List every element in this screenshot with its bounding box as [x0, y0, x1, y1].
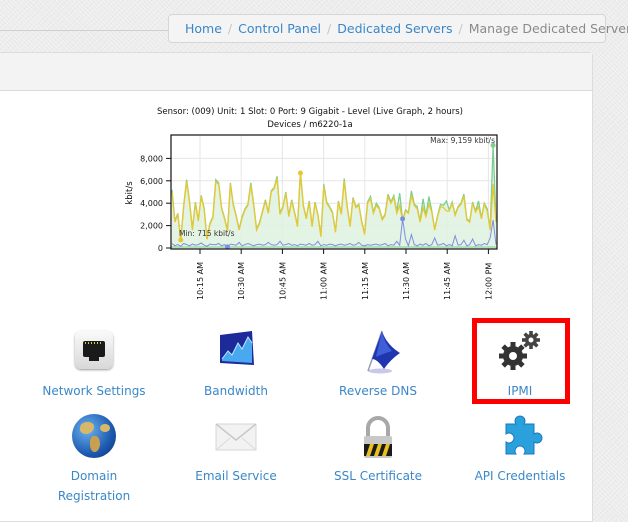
x-tick-label: 11:00 AM — [320, 262, 329, 300]
tile-reverse-dns[interactable]: Reverse DNS — [308, 329, 448, 401]
tile-ssl-certificate[interactable]: SSL Certificate — [308, 414, 448, 486]
tile-api-credentials[interactable]: API Credentials — [450, 414, 590, 486]
max-annotation: Max: 9,159 kbit/s — [430, 136, 495, 145]
globe-icon — [70, 414, 118, 460]
tile-label: Bandwidth — [204, 384, 268, 398]
tile-label: Reverse DNS — [339, 384, 417, 398]
in-peak-marker — [297, 170, 303, 176]
puzzle-piece-icon — [496, 414, 544, 460]
tile-bandwidth[interactable]: Bandwidth — [166, 329, 306, 401]
y-axis-label: kbit/s — [125, 181, 135, 205]
y-tick-label: 2,000 — [140, 222, 163, 231]
x-tick-label: 10:15 AM — [196, 262, 205, 300]
tile-label: SSL Certificate — [333, 469, 423, 483]
y-tick-label: 8,000 — [140, 154, 163, 163]
x-tick-label: 11:15 AM — [361, 262, 370, 300]
x-tick-label: 11:30 AM — [402, 262, 411, 300]
padlock-icon — [354, 414, 402, 460]
x-tick-label: 11:45 AM — [443, 262, 452, 300]
min-marker — [178, 237, 184, 243]
tile-network-settings[interactable]: Network Settings — [24, 329, 164, 401]
min-annotation: Min: 715 kbit/s — [179, 229, 235, 238]
network-port-icon — [70, 329, 118, 375]
x-axis: 10:15 AM 10:30 AM 10:45 AM 11:00 AM 11:15 AM… — [196, 249, 493, 300]
y-tick-label: 4,000 — [140, 199, 163, 208]
tile-label: Domain Registration — [57, 469, 131, 503]
y-axis: 0 2,000 4,000 6,000 8,000 — [140, 154, 171, 253]
tile-label: Email Service — [195, 469, 277, 483]
envelope-icon — [212, 414, 260, 460]
tile-domain-registration[interactable]: Domain Registration — [24, 414, 164, 506]
y-tick-label: 0 — [158, 244, 163, 253]
ipmi-highlight-box — [472, 318, 570, 404]
x-tick-label: 10:30 AM — [237, 262, 246, 300]
x-tick-label: 10:45 AM — [278, 262, 287, 300]
tile-label: API Credentials — [474, 469, 566, 483]
bandwidth-chart-icon — [212, 329, 260, 375]
tile-email-service[interactable]: Email Service — [166, 414, 306, 486]
tile-label: Network Settings — [42, 384, 146, 398]
flag-icon — [354, 329, 402, 375]
y-tick-label: 6,000 — [140, 177, 163, 186]
x-tick-label: 12:00 PM — [484, 263, 493, 300]
out-peak-marker — [400, 216, 406, 222]
